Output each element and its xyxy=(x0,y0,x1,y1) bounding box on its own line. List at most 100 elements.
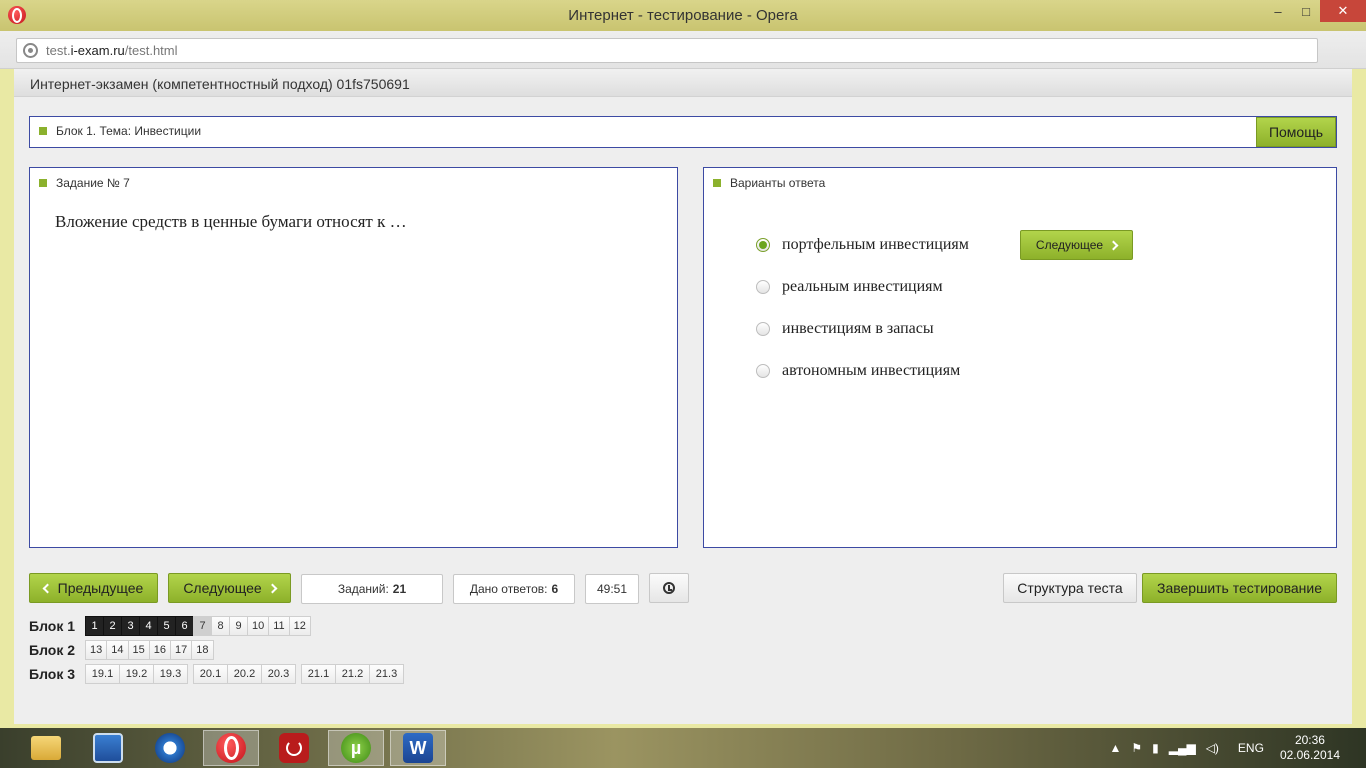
next-inline-button[interactable]: Следующее xyxy=(1020,230,1133,260)
help-button[interactable]: Помощь xyxy=(1256,117,1336,147)
tasks-count-label: Заданий: xyxy=(337,582,389,596)
question-number-button[interactable]: 9 xyxy=(229,616,248,636)
question-number-button[interactable]: 19.3 xyxy=(153,664,188,684)
nav-number-group: 19.1 19.2 19.3 xyxy=(85,664,188,684)
nav-row-block-2: Блок 2 13 14 15 16 17 18 xyxy=(29,638,403,662)
question-number-button[interactable]: 20.1 xyxy=(193,664,228,684)
answer-label[interactable]: портфельным инвестициям xyxy=(782,236,969,254)
nav-number-group: 13 14 15 16 17 18 xyxy=(85,640,214,660)
next-inline-label: Следующее xyxy=(1035,238,1104,252)
site-info-icon[interactable] xyxy=(23,43,38,58)
question-number-button[interactable]: 7 xyxy=(193,616,212,636)
taskbar-clock[interactable]: 20:36 02.06.2014 xyxy=(1280,733,1340,763)
answer-option[interactable]: инвестициям в запасы xyxy=(756,308,969,350)
volume-icon[interactable]: ◁) xyxy=(1206,741,1219,755)
window-controls: – □ ✕ xyxy=(1264,0,1366,22)
question-number-button[interactable]: 8 xyxy=(211,616,230,636)
answer-option[interactable]: автономным инвестициям xyxy=(756,350,969,392)
question-number-button[interactable]: 4 xyxy=(139,616,158,636)
tasks-count-box: Заданий: 21 xyxy=(301,574,443,604)
question-number-button[interactable]: 2 xyxy=(103,616,122,636)
url-input[interactable]: test.i-exam.ru/test.html xyxy=(16,38,1318,63)
taskbar-utorrent[interactable]: µ xyxy=(328,730,384,766)
answer-option[interactable]: реальным инвестициям xyxy=(756,266,969,308)
answered-count-label: Дано ответов: xyxy=(469,582,548,596)
maximize-button[interactable]: □ xyxy=(1292,0,1320,22)
answer-label[interactable]: инвестициям в запасы xyxy=(782,320,934,338)
question-number-button[interactable]: 5 xyxy=(157,616,176,636)
nav-block-label: Блок 2 xyxy=(29,642,76,658)
finish-test-button[interactable]: Завершить тестирование xyxy=(1142,573,1337,603)
task-number: Задание № 7 xyxy=(56,176,130,190)
radio-icon[interactable] xyxy=(756,364,770,378)
block-bar: Блок 1. Тема: Инвестиции Помощь xyxy=(29,116,1337,148)
tasks-count-value: 21 xyxy=(392,582,407,596)
minimize-button[interactable]: – xyxy=(1264,0,1292,22)
word-icon: W xyxy=(403,733,433,763)
opera-logo-icon[interactable] xyxy=(8,6,26,24)
taskbar-explorer[interactable] xyxy=(20,730,72,766)
radio-icon[interactable] xyxy=(756,322,770,336)
tray-expand-icon[interactable]: ▲ xyxy=(1109,741,1121,755)
close-button[interactable]: ✕ xyxy=(1320,0,1366,22)
signal-icon[interactable]: ▂▄▆ xyxy=(1169,741,1196,755)
question-number-button[interactable]: 20.2 xyxy=(227,664,262,684)
window-titlebar[interactable]: Интернет - тестирование - Opera – □ ✕ xyxy=(0,0,1366,31)
question-number-button[interactable]: 12 xyxy=(288,616,311,636)
answers-heading: Варианты ответа xyxy=(713,176,825,190)
taskbar-power[interactable] xyxy=(268,730,320,766)
question-number-button[interactable]: 21.1 xyxy=(301,664,336,684)
question-number-button[interactable]: 6 xyxy=(175,616,194,636)
question-number-button[interactable]: 16 xyxy=(148,640,171,660)
block-label: Блок 1. Тема: Инвестиции xyxy=(56,124,202,138)
taskbar-word[interactable]: W xyxy=(390,730,446,766)
question-number-button[interactable]: 19.1 xyxy=(85,664,120,684)
question-number-button[interactable]: 10 xyxy=(247,616,270,636)
previous-button[interactable]: Предыдущее xyxy=(29,573,158,603)
question-number-button[interactable]: 21.2 xyxy=(335,664,370,684)
answer-options: портфельным инвестициям Следующее реальн… xyxy=(756,224,1133,392)
page-header: Интернет-экзамен (компетентностный подхо… xyxy=(14,69,1352,97)
taskbar-control-panel[interactable] xyxy=(82,730,134,766)
nav-number-group: 20.1 20.2 20.3 xyxy=(193,664,296,684)
question-number-button[interactable]: 18 xyxy=(191,640,214,660)
test-structure-button[interactable]: Структура теста xyxy=(1003,573,1137,603)
answered-count-value: 6 xyxy=(551,582,559,596)
system-tray: ▲ ⚑ ▮ ▂▄▆ ◁) ENG 20:36 02.06.2014 xyxy=(1104,728,1366,768)
question-number-button[interactable]: 1 xyxy=(85,616,104,636)
answer-label[interactable]: реальным инвестициям xyxy=(782,278,943,296)
question-number-button[interactable]: 13 xyxy=(85,640,108,660)
page-content: Интернет-экзамен (компетентностный подхо… xyxy=(0,69,1366,728)
next-button[interactable]: Следующее xyxy=(168,573,291,603)
question-number-button[interactable]: 14 xyxy=(106,640,129,660)
answers-panel: Варианты ответа портфельным инвестициям … xyxy=(703,167,1337,548)
radio-selected-icon[interactable] xyxy=(756,238,770,252)
language-indicator[interactable]: ENG xyxy=(1238,741,1264,755)
answer-option[interactable]: портфельным инвестициям Следующее xyxy=(756,224,1133,266)
question-number-button[interactable]: 3 xyxy=(121,616,140,636)
nav-block-label: Блок 1 xyxy=(29,618,76,634)
nav-block-label: Блок 3 xyxy=(29,666,76,682)
answers-header: Варианты ответа xyxy=(730,176,826,190)
opera-icon xyxy=(216,733,246,763)
question-number-button[interactable]: 20.3 xyxy=(261,664,296,684)
bullet-square-icon xyxy=(39,179,47,187)
nav-number-group: 21.1 21.2 21.3 xyxy=(301,664,404,684)
question-number-button[interactable]: 11 xyxy=(268,616,290,636)
taskbar-ccleaner[interactable] xyxy=(144,730,196,766)
answer-label[interactable]: автономным инвестициям xyxy=(782,362,960,380)
taskbar-opera[interactable] xyxy=(203,730,259,766)
url-text: test.i-exam.ru/test.html xyxy=(46,43,178,58)
task-heading: Задание № 7 xyxy=(39,176,130,190)
chevron-right-icon xyxy=(267,583,278,593)
question-number-button[interactable]: 19.2 xyxy=(119,664,154,684)
question-number-button[interactable]: 21.3 xyxy=(369,664,404,684)
radio-icon[interactable] xyxy=(756,280,770,294)
chevron-left-icon xyxy=(42,583,53,593)
question-number-button[interactable]: 15 xyxy=(127,640,150,660)
timer-toggle-button[interactable] xyxy=(649,573,689,603)
flag-icon[interactable]: ⚑ xyxy=(1131,741,1142,755)
question-number-button[interactable]: 17 xyxy=(170,640,193,660)
battery-icon[interactable]: ▮ xyxy=(1152,741,1159,755)
clock-icon xyxy=(663,582,675,594)
